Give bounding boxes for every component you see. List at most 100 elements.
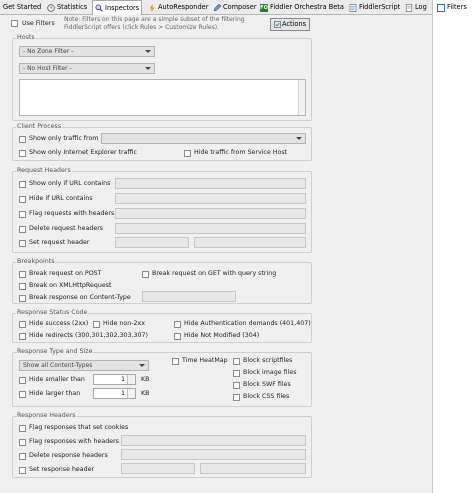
hide-url-input[interactable] xyxy=(115,193,306,204)
set-response-header-value-input[interactable] xyxy=(200,463,306,474)
pencil-icon xyxy=(213,3,221,11)
client-process-title: Client Process xyxy=(16,123,63,131)
stepper-arrows-icon[interactable] xyxy=(127,389,135,398)
hide-url-label: Hide if URL contains xyxy=(29,195,93,202)
use-filters-checkbox[interactable] xyxy=(11,20,18,27)
break-content-type-checkbox[interactable] xyxy=(19,295,26,302)
hide-success-label: Hide success (2xx) xyxy=(29,320,89,327)
chevron-down-icon xyxy=(145,67,151,70)
zone-filter-select[interactable]: - No Zone Filter - xyxy=(19,46,155,57)
delete-response-headers-input[interactable] xyxy=(121,449,306,460)
tab-log[interactable]: Log xyxy=(405,1,427,14)
breakpoints-title: Breakpoints xyxy=(16,258,56,266)
hide-larger-stepper[interactable]: 1 xyxy=(93,388,136,399)
block-swf-label: Block SWF files xyxy=(243,381,291,388)
only-traffic-from-checkbox[interactable] xyxy=(19,136,26,143)
hide-non2xx-label: Hide non-2xx xyxy=(103,320,145,327)
break-xhr-label: Break on XMLHttpRequest xyxy=(29,282,112,289)
document-icon xyxy=(405,3,413,12)
show-only-url-label: Show only if URL contains xyxy=(29,180,111,187)
hide-larger-checkbox[interactable] xyxy=(19,391,26,398)
set-request-header-name-input[interactable] xyxy=(115,237,189,248)
block-image-checkbox[interactable] xyxy=(233,370,240,377)
flag-responses-input[interactable] xyxy=(121,435,306,446)
set-request-header-value-input[interactable] xyxy=(194,237,306,248)
delete-request-headers-checkbox[interactable] xyxy=(19,226,26,233)
hosts-textarea[interactable] xyxy=(19,79,306,116)
hide-not-modified-label: Hide Not Modified (304) xyxy=(184,332,260,339)
content-types-select[interactable]: Show all Content-Types xyxy=(19,360,149,371)
right-panel: Filters xyxy=(432,0,474,493)
only-ie-checkbox[interactable] xyxy=(19,150,26,157)
hide-auth-label: Hide Authentication demands (401,407) xyxy=(184,320,311,327)
host-filter-select[interactable]: - No Host Filter - xyxy=(19,63,155,74)
show-only-url-input[interactable] xyxy=(115,178,306,189)
hide-service-host-checkbox[interactable] xyxy=(184,150,191,157)
hide-non2xx-checkbox[interactable] xyxy=(93,321,100,328)
hosts-scrollbar[interactable] xyxy=(298,80,305,115)
request-headers-title: Request Headers xyxy=(16,167,72,175)
actions-button[interactable]: Actions xyxy=(270,18,310,31)
flag-responses-label: Flag responses with headers xyxy=(29,438,119,445)
block-css-label: Block CSS files xyxy=(243,393,290,400)
stepper-arrows-icon[interactable] xyxy=(127,375,135,384)
chevron-down-icon xyxy=(296,137,302,140)
flag-responses-checkbox[interactable] xyxy=(19,439,26,446)
clock-icon xyxy=(47,3,55,12)
delete-response-headers-checkbox[interactable] xyxy=(19,453,26,460)
tab-fiddlerscript[interactable]: FiddlerScript xyxy=(349,1,400,14)
hide-service-host-label: Hide traffic from Service Host xyxy=(194,149,288,156)
block-swf-checkbox[interactable] xyxy=(233,382,240,389)
block-image-label: Block image files xyxy=(243,369,297,376)
flag-cookies-label: Flag responses that set cookies xyxy=(29,424,129,431)
only-traffic-from-label: Show only traffic from xyxy=(29,135,99,142)
hide-smaller-checkbox[interactable] xyxy=(19,377,26,384)
tab-get-started[interactable]: Get Started xyxy=(3,1,41,14)
tab-inspectors[interactable]: Inspectors xyxy=(92,0,143,15)
tab-filters[interactable]: Filters xyxy=(437,1,467,14)
show-only-url-checkbox[interactable] xyxy=(19,181,26,188)
break-post-label: Break request on POST xyxy=(29,270,102,277)
break-content-type-label: Break response on Content-Type xyxy=(29,294,131,301)
hide-url-checkbox[interactable] xyxy=(19,196,26,203)
status-code-title: Response Status Code xyxy=(16,309,89,317)
only-ie-label: Show only Internet Explorer traffic xyxy=(29,149,138,156)
break-xhr-checkbox[interactable] xyxy=(19,283,26,290)
hide-smaller-unit: KB xyxy=(141,376,150,383)
script-icon xyxy=(349,3,357,12)
break-get-query-label: Break request on GET with query string xyxy=(152,270,277,277)
break-content-type-input[interactable] xyxy=(142,291,236,302)
break-get-query-checkbox[interactable] xyxy=(142,271,149,278)
lightning-icon xyxy=(149,3,155,12)
hide-redirects-checkbox[interactable] xyxy=(19,333,26,340)
set-response-header-label: Set response header xyxy=(29,466,95,473)
hosts-title: Hosts xyxy=(16,34,36,42)
checkbox-icon xyxy=(437,3,445,12)
hide-not-modified-checkbox[interactable] xyxy=(174,333,181,340)
hide-smaller-stepper[interactable]: 1 xyxy=(93,374,136,385)
set-response-header-checkbox[interactable] xyxy=(19,467,26,474)
block-css-checkbox[interactable] xyxy=(233,394,240,401)
tab-fiddler-orchestra[interactable]: FO Fiddler Orchestra Beta xyxy=(260,1,344,14)
flag-requests-checkbox[interactable] xyxy=(19,211,26,218)
chevron-down-icon xyxy=(145,50,151,53)
hide-success-checkbox[interactable] xyxy=(19,321,26,328)
tab-composer[interactable]: Composer xyxy=(213,1,256,14)
time-heatmap-checkbox[interactable] xyxy=(172,358,179,365)
delete-request-headers-label: Delete request headers xyxy=(29,225,104,232)
flag-requests-input[interactable] xyxy=(115,208,306,219)
tab-autoresponder[interactable]: AutoResponder xyxy=(148,1,208,14)
type-size-title: Response Type and Size xyxy=(16,348,94,356)
tab-statistics[interactable]: Statistics xyxy=(47,1,87,14)
set-request-header-checkbox[interactable] xyxy=(19,240,26,247)
hide-auth-checkbox[interactable] xyxy=(174,321,181,328)
break-post-checkbox[interactable] xyxy=(19,271,26,278)
block-script-checkbox[interactable] xyxy=(233,358,240,365)
filters-note: Note: Filters on this page are a simple … xyxy=(64,16,245,31)
flag-cookies-checkbox[interactable] xyxy=(19,425,26,432)
process-select[interactable] xyxy=(101,133,306,144)
delete-request-headers-input[interactable] xyxy=(115,223,306,234)
tab-bar: Get Started Statistics Inspectors AutoRe… xyxy=(0,0,474,15)
set-response-header-name-input[interactable] xyxy=(121,463,195,474)
use-filters-label: Use Filters xyxy=(22,20,55,27)
